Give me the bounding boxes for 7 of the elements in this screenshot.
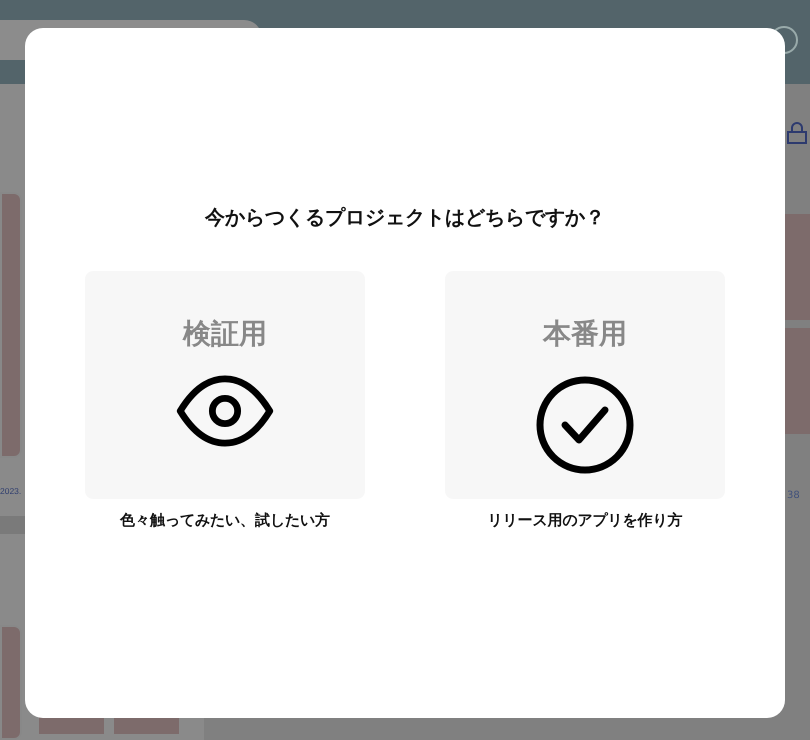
option-card[interactable]: 本番用 — [445, 271, 725, 499]
date-text: 2023. — [0, 486, 22, 496]
count-text: 38 — [786, 490, 801, 501]
dialog-title: 今からつくるプロジェクトはどちらですか？ — [205, 204, 605, 231]
option-caption: 色々触ってみたい、試したい方 — [120, 511, 330, 530]
option-caption: リリース用のアプリを作り方 — [488, 511, 682, 530]
option-card[interactable]: 検証用 — [85, 271, 365, 499]
